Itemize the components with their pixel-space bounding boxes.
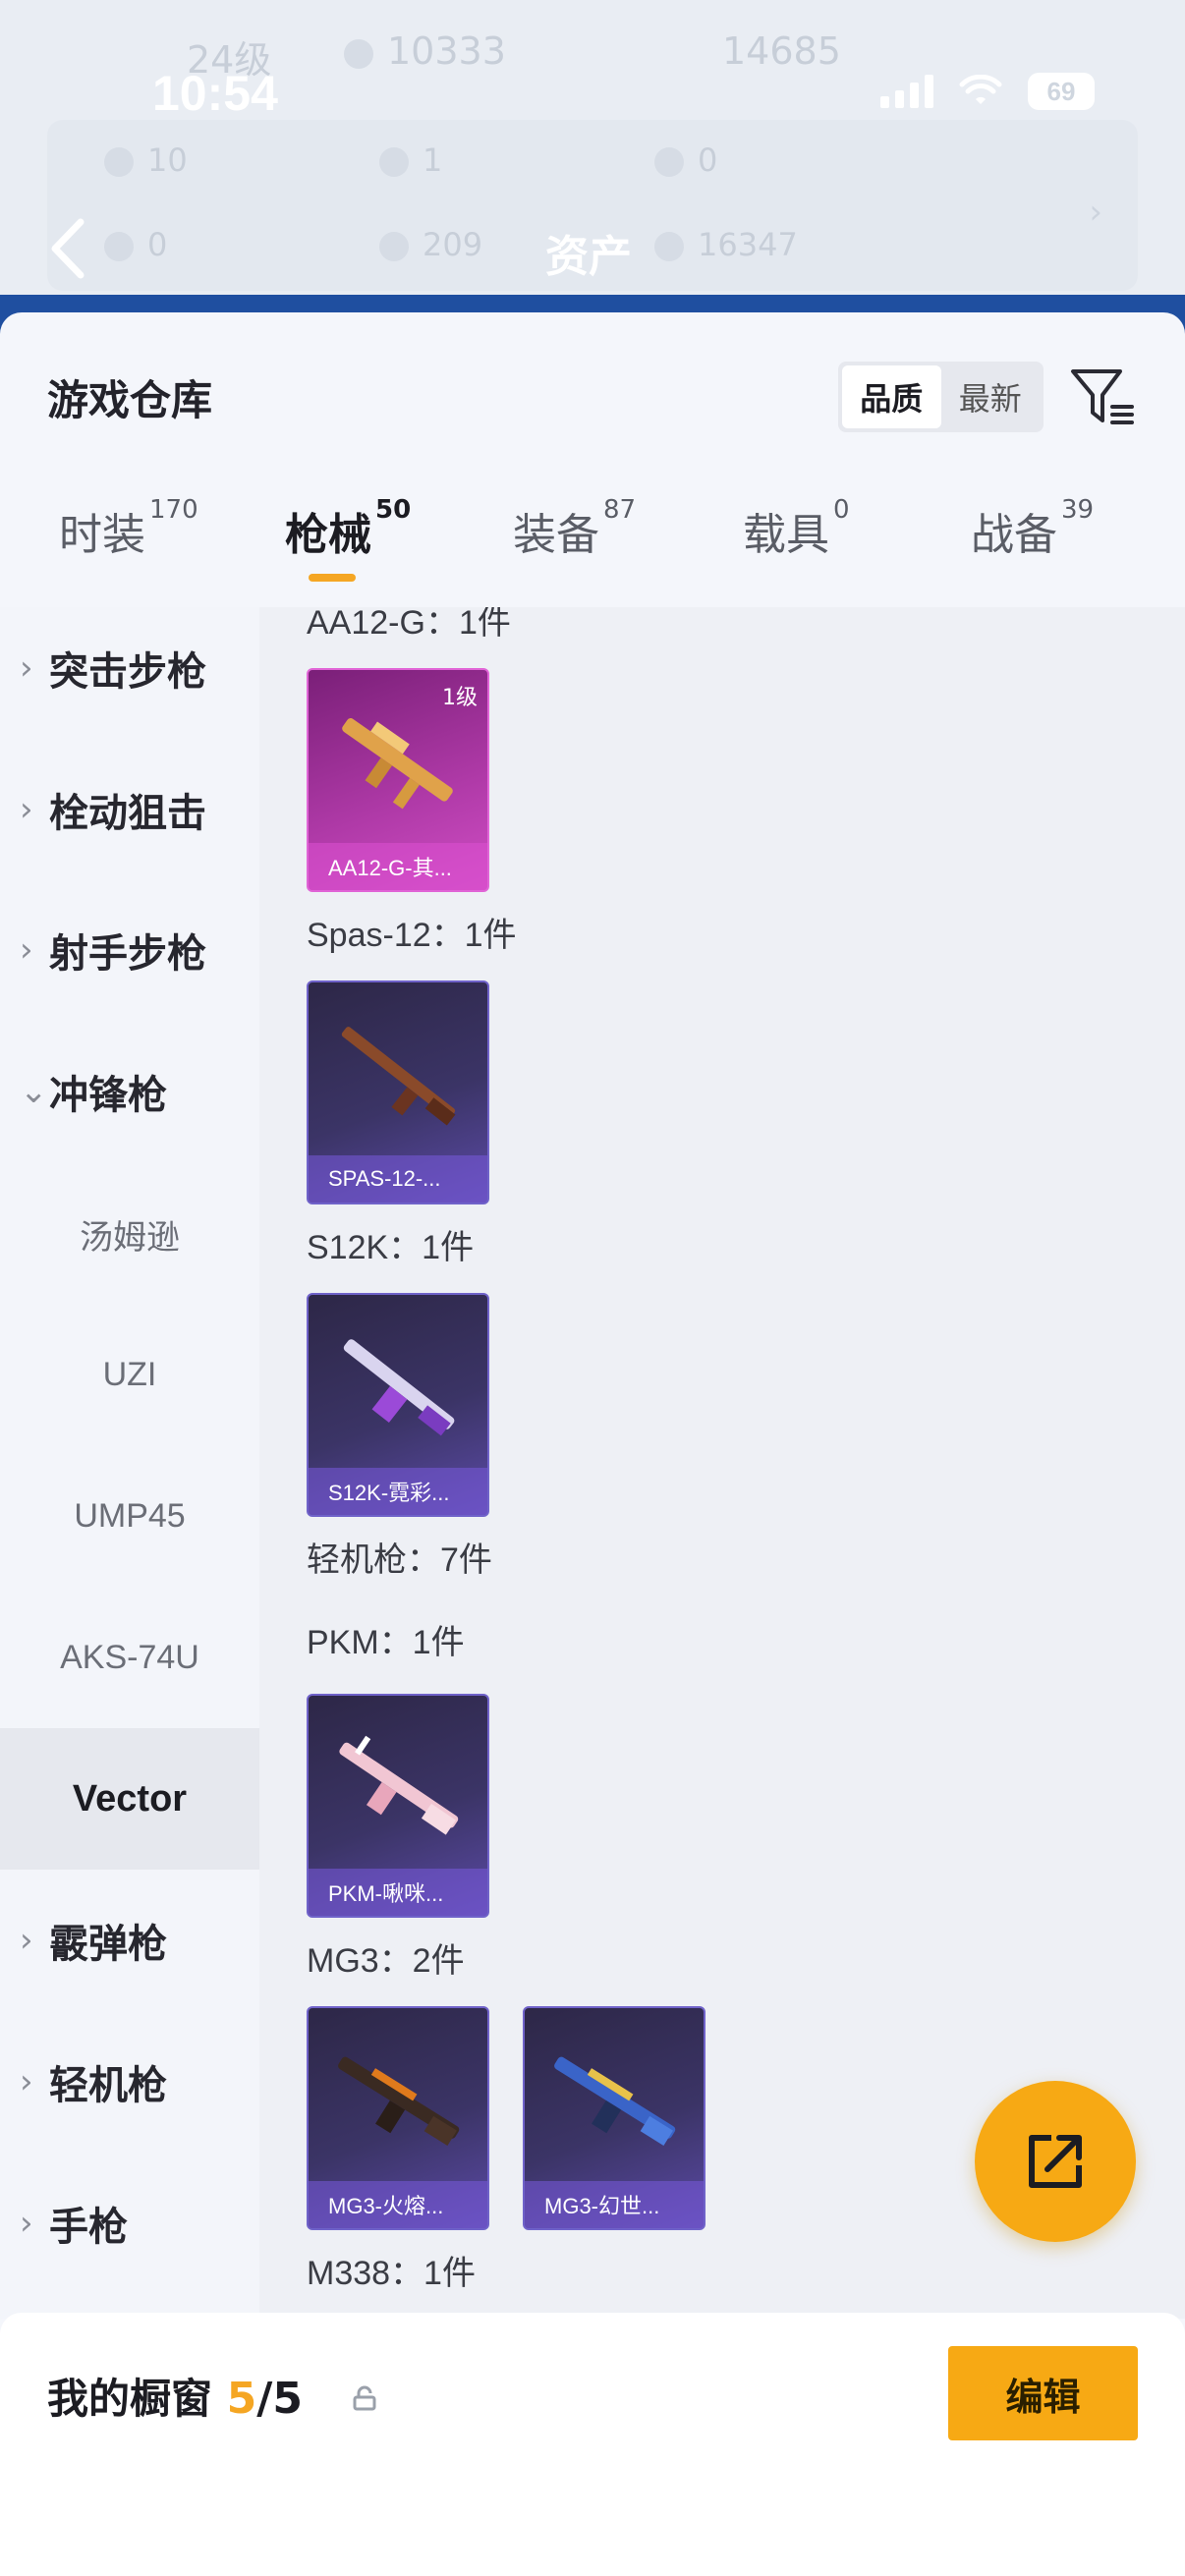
weapon-card-name: AA12-G-其... xyxy=(309,843,487,890)
edit-showcase-button[interactable]: 编辑 xyxy=(948,2346,1138,2440)
weapon-card[interactable]: MG3-火熔... xyxy=(307,2006,489,2230)
sidebar-subitem-aks74u[interactable]: AKS-74U xyxy=(0,1587,259,1728)
sort-by-latest-button[interactable]: 最新 xyxy=(941,365,1041,428)
sort-by-quality-button[interactable]: 品质 xyxy=(842,365,941,428)
sort-toggle: 品质 最新 xyxy=(838,362,1044,432)
page-title: 资产 xyxy=(545,232,632,282)
sidebar-item-pistol[interactable]: › 手枪 xyxy=(0,2153,259,2294)
weapon-card-name: MG3-幻世... xyxy=(525,2181,704,2228)
sidebar-subitem-ump45[interactable]: UMP45 xyxy=(0,1445,259,1587)
chevron-right-icon: › xyxy=(20,790,33,829)
category-tabs: 时装 170 枪械 50 装备 87 载具 0 战备 39 xyxy=(0,495,1185,607)
showcase-bar: 我的橱窗 5/5 编辑 xyxy=(0,2313,1185,2576)
tab-firearms[interactable]: 枪械 50 xyxy=(285,495,411,562)
status-time: 10:54 xyxy=(152,66,278,121)
chevron-right-icon: › xyxy=(1089,193,1102,232)
weapon-card-name: MG3-火熔... xyxy=(309,2181,487,2228)
weapon-card[interactable]: PKM-啾咪... xyxy=(307,1694,489,1918)
group-title: MG3：2件 xyxy=(307,1942,465,1980)
chevron-right-icon: › xyxy=(20,930,33,970)
weapon-card-name: S12K-霓彩... xyxy=(309,1468,487,1515)
group-title: Spas-12：1件 xyxy=(307,917,517,954)
back-arrow-icon[interactable] xyxy=(41,214,96,283)
shotgun-icon xyxy=(343,1339,455,1436)
share-external-icon xyxy=(1029,2135,1082,2188)
sheet-title: 游戏仓库 xyxy=(47,376,213,424)
ghost-stat: 0 xyxy=(654,141,717,179)
machine-gun-icon xyxy=(554,2056,676,2146)
group-title: PKM：1件 xyxy=(307,1624,465,1661)
sidebar-subitem-thompson[interactable]: 汤姆逊 xyxy=(0,1163,259,1305)
sidebar-subitem-vector[interactable]: Vector xyxy=(0,1728,259,1870)
ghost-score: 14685 xyxy=(722,29,841,73)
lock-icon xyxy=(353,2385,376,2411)
machine-gun-icon xyxy=(338,2056,460,2146)
tab-supplies[interactable]: 战备 39 xyxy=(971,495,1094,562)
chevron-right-icon: › xyxy=(20,2062,33,2101)
sidebar-item-smg[interactable]: ⌄ 冲锋枪 xyxy=(0,1021,259,1162)
ghost-stat: 1 xyxy=(379,141,442,179)
sidebar-item-assault-rifle[interactable]: › 突击步枪 xyxy=(0,597,259,739)
stat-icon xyxy=(379,147,409,177)
chevron-right-icon: › xyxy=(20,2204,33,2243)
ghost-stat: 10 xyxy=(104,141,188,179)
weapon-card[interactable]: MG3-幻世... xyxy=(523,2006,705,2230)
filter-icon[interactable] xyxy=(1067,362,1138,432)
tab-fashion[interactable]: 时装 170 xyxy=(59,495,198,562)
sidebar-item-shotgun[interactable]: › 霰弹枪 xyxy=(0,1870,259,2011)
weapon-card-name: PKM-啾咪... xyxy=(309,1869,487,1916)
status-icons: 69 xyxy=(880,73,1095,110)
active-tab-indicator xyxy=(309,574,356,582)
showcase-count: 5/5 xyxy=(226,2374,303,2424)
ghost-stat: 0 xyxy=(104,226,167,263)
tab-vehicles[interactable]: 载具 0 xyxy=(743,495,850,562)
machine-gun-icon xyxy=(339,1735,459,1835)
ghost-coins: 10333 xyxy=(344,29,506,73)
ghost-stat: 16347 xyxy=(654,226,798,263)
weapon-category-sidebar: › 突击步枪 › 栓动狙击 › 射手步枪 ⌄ 冲锋枪 汤姆逊 UZI UMP45 AKS… xyxy=(0,607,259,2319)
battery-indicator: 69 xyxy=(1028,73,1095,110)
sidebar-item-marksman-rifle[interactable]: › 射手步枪 xyxy=(0,879,259,1021)
showcase-title: 我的橱窗 5/5 xyxy=(47,2374,303,2424)
ghost-stat: 209 xyxy=(379,226,482,263)
chevron-down-icon: ⌄ xyxy=(20,1072,48,1111)
group-title: M338：1件 xyxy=(307,2255,476,2292)
sidebar-item-lmg[interactable]: › 轻机枪 xyxy=(0,2011,259,2153)
weapon-list: AA12-G：1件 1级 AA12-G-其... Spas-12：1件 SPAS… xyxy=(259,607,1185,2319)
sidebar-subitem-uzi[interactable]: UZI xyxy=(0,1304,259,1445)
weapon-card[interactable]: S12K-霓彩... xyxy=(307,1293,489,1517)
stat-icon xyxy=(104,232,134,261)
stat-icon xyxy=(654,232,684,261)
shotgun-icon xyxy=(341,1027,456,1126)
group-title: 轻机枪：7件 xyxy=(307,1541,492,1579)
warehouse-sheet: 游戏仓库 品质 最新 时装 170 枪械 50 装备 87 载具 0 战备 39 › 突击步… xyxy=(0,312,1185,2576)
cellular-signal-icon xyxy=(880,75,933,108)
chevron-right-icon: › xyxy=(20,648,33,688)
group-title: S12K：1件 xyxy=(307,1229,475,1266)
group-title: AA12-G：1件 xyxy=(307,607,511,642)
stat-icon xyxy=(654,147,684,177)
rifle-icon xyxy=(342,718,453,810)
weapon-card[interactable]: SPAS-12-... xyxy=(307,980,489,1204)
chevron-right-icon: › xyxy=(20,1921,33,1960)
stat-icon xyxy=(379,232,409,261)
coin-icon xyxy=(344,38,373,69)
weapon-card[interactable]: 1级 AA12-G-其... xyxy=(307,668,489,892)
weapon-card-name: SPAS-12-... xyxy=(309,1155,487,1203)
tab-equipment[interactable]: 装备 87 xyxy=(513,495,636,562)
stat-icon xyxy=(104,147,134,177)
wifi-icon xyxy=(959,75,1002,104)
sidebar-item-bolt-sniper[interactable]: › 栓动狙击 xyxy=(0,739,259,880)
share-button[interactable] xyxy=(975,2081,1136,2242)
